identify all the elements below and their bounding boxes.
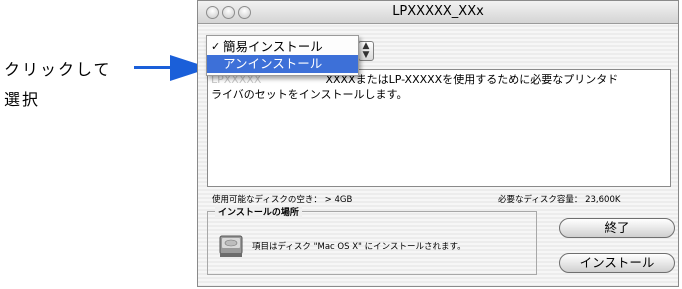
callout-line2: 選択: [4, 90, 41, 109]
menu-item-uninstall[interactable]: アンインストール: [207, 55, 358, 73]
install-type-popup-arrows[interactable]: ▲ ▼: [358, 41, 374, 61]
callout-line1: クリックして: [4, 60, 112, 79]
install-type-menu[interactable]: ✓ 簡易インストール アンインストール: [206, 35, 359, 76]
install-location-group: インストールの場所 項目はディスク "Mac OS X" にインストールされます…: [207, 205, 537, 275]
callout-text: クリックして 選択: [4, 55, 112, 115]
description-line2: ライバのセットをインストールします。: [211, 88, 408, 101]
install-location-legend: インストールの場所: [215, 205, 302, 218]
description-line1: XXXXまたはLP-XXXXXを使用するために必要なプリンタド: [325, 73, 619, 86]
menu-item-easy-install[interactable]: ✓ 簡易インストール: [207, 38, 358, 56]
menu-item-easy-install-label: 簡易インストール: [223, 39, 323, 54]
title-bar[interactable]: LPXXXXX_XXx: [198, 1, 678, 24]
quit-button[interactable]: 終了: [559, 218, 675, 238]
install-button[interactable]: インストール: [559, 253, 675, 273]
available-disk-value: > 4GB: [324, 195, 353, 205]
menu-item-uninstall-label: アンインストール: [223, 56, 323, 71]
required-disk-space: 必要なディスク容量： 23,600K: [498, 193, 620, 205]
window-title: LPXXXXX_XXx: [392, 4, 484, 19]
checkmark-icon: ✓: [211, 40, 221, 53]
description-text-area: LPXXXXX XXXXまたはLP-XXXXXを使用するために必要なプリンタド ラ…: [207, 69, 671, 187]
install-location-message: 項目はディスク "Mac OS X" にインストールされます。: [252, 242, 466, 252]
required-disk-value: 23,600K: [585, 195, 621, 205]
available-disk-space: 使用可能なディスクの空き： > 4GB: [212, 193, 352, 205]
hard-disk-icon: [219, 235, 243, 257]
available-disk-label: 使用可能なディスクの空き：: [212, 195, 322, 205]
required-disk-label: 必要なディスク容量：: [498, 195, 583, 205]
installer-window: LPXXXXX_XXx ▲ ▼ LPXXXXX XXXXまたはLP-XXXXXを使用…: [197, 0, 679, 287]
